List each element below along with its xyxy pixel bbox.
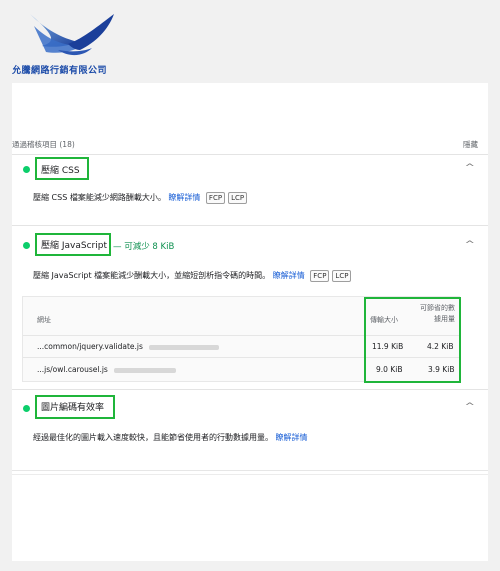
bird-logo-icon bbox=[30, 14, 114, 56]
metric-chip-lcp: LCP bbox=[332, 270, 352, 282]
audit-minify-js[interactable]: 壓縮 JavaScript — 可減少 8 KiB ^ bbox=[12, 225, 488, 261]
highlight-box bbox=[364, 297, 461, 383]
audit-title: 圖片編碼有效率 bbox=[41, 403, 105, 413]
url-cell[interactable]: ...js/owl.carousel.js bbox=[37, 365, 176, 374]
savings-text: — 可減少 8 KiB bbox=[113, 242, 175, 252]
audit-efficient-images[interactable]: 圖片編碼有效率 ^ bbox=[12, 389, 488, 429]
audit-title: 壓縮 JavaScript bbox=[41, 241, 107, 251]
divider bbox=[12, 470, 488, 471]
audit-minify-css[interactable]: 壓縮 CSS ^ bbox=[12, 154, 488, 190]
passed-audits-header: 通過稽核項目 (18) 隱藏 bbox=[12, 134, 488, 154]
metric-chip-lcp: LCP bbox=[228, 192, 248, 204]
chevron-up-icon[interactable]: ^ bbox=[465, 240, 476, 250]
audit-description-js: 壓縮 JavaScript 檔案能減少酬載大小，並縮短剖析指令碼的時間。 瞭解詳… bbox=[33, 270, 352, 282]
url-cell[interactable]: ...common/jquery.validate.js bbox=[37, 342, 219, 351]
audit-title-box: 圖片編碼有效率 bbox=[35, 395, 115, 419]
lower-panel bbox=[12, 474, 488, 561]
learn-more-link[interactable]: 瞭解詳情 bbox=[168, 193, 200, 202]
chevron-up-icon[interactable]: ^ bbox=[465, 402, 476, 412]
company-name: 允騰網路行銷有限公司 bbox=[12, 66, 108, 76]
audit-title-box: 壓縮 CSS bbox=[35, 157, 89, 180]
hide-button[interactable]: 隱藏 bbox=[463, 139, 478, 150]
metric-chip-fcp: FCP bbox=[205, 192, 226, 204]
audit-title: 壓縮 CSS bbox=[41, 166, 80, 176]
pass-dot-icon bbox=[23, 405, 30, 412]
audit-description-css: 壓縮 CSS 檔案能減少網路酬載大小。 瞭解詳情 FCP LCP bbox=[33, 192, 248, 204]
redacted-url-part bbox=[113, 367, 176, 373]
learn-more-link[interactable]: 瞭解詳情 bbox=[276, 433, 308, 442]
chevron-up-icon[interactable]: ^ bbox=[465, 163, 476, 173]
passed-audits-label: 通過稽核項目 (18) bbox=[12, 140, 75, 149]
brand-header: 允騰網路行銷有限公司 bbox=[0, 0, 500, 82]
details-table: 網址 傳輸大小 可節省的數據用量 ...common/jquery.valida… bbox=[22, 296, 461, 383]
pass-dot-icon bbox=[23, 166, 30, 173]
audit-description-images: 經過最佳化的圖片載入速度較快，且能節省使用者的行動數據用量。 瞭解詳情 bbox=[33, 433, 308, 442]
redacted-url-part bbox=[148, 344, 219, 350]
column-header-url: 網址 bbox=[37, 316, 51, 324]
learn-more-link[interactable]: 瞭解詳情 bbox=[273, 271, 305, 280]
metric-chip-fcp: FCP bbox=[310, 270, 330, 282]
audit-title-box: 壓縮 JavaScript bbox=[35, 233, 111, 256]
pass-dot-icon bbox=[23, 242, 30, 249]
